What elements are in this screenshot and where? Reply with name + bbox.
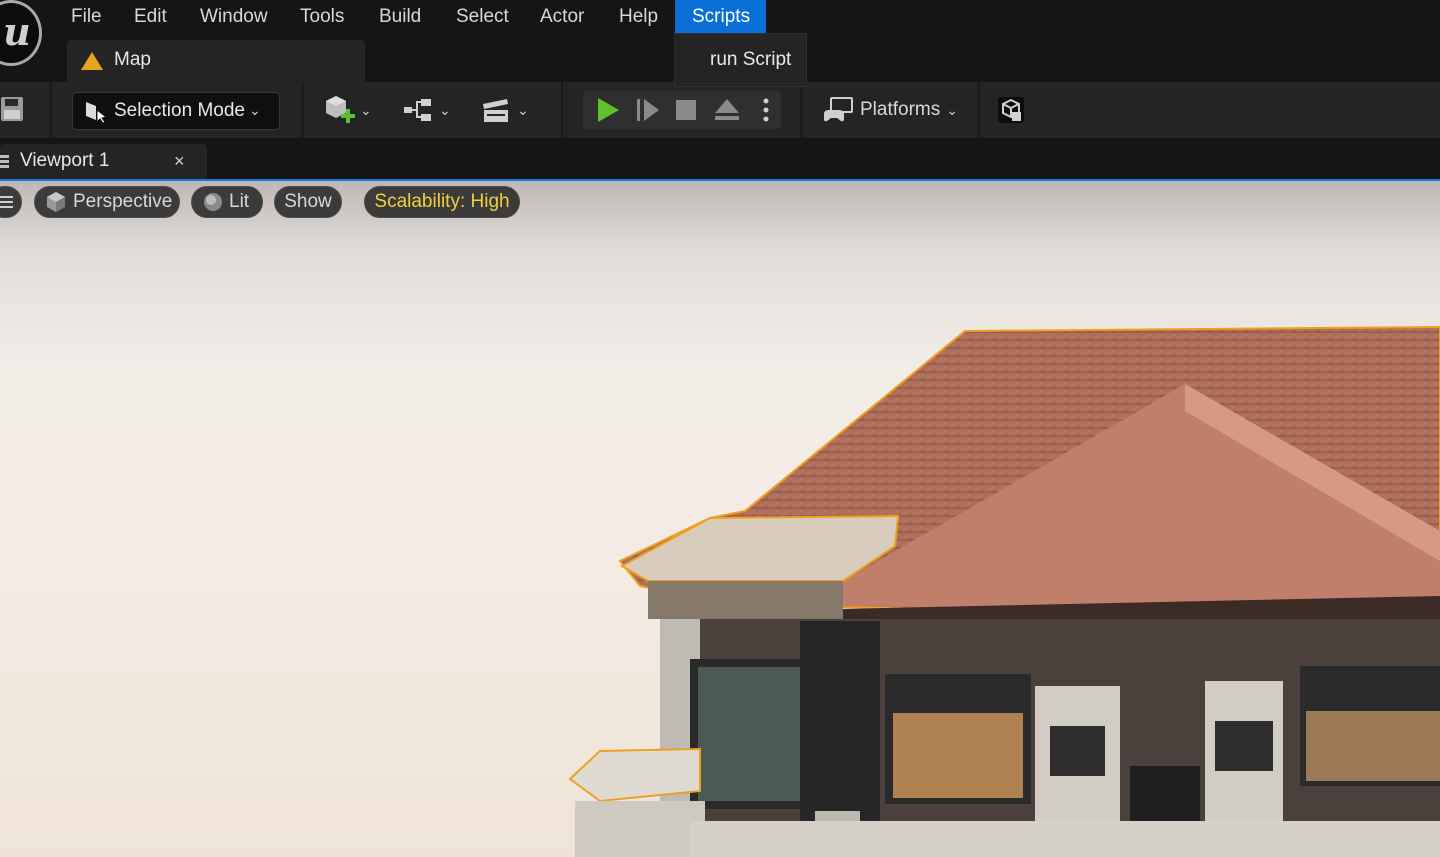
menu-edit[interactable]: Edit [117, 0, 184, 33]
viewport-tab-bar: Viewport 1 × [0, 138, 1440, 180]
platforms-icon [824, 97, 853, 122]
level-tab-label: Map [114, 49, 151, 70]
scripts-dropdown-menu: run Script [674, 33, 807, 87]
cinematics-button[interactable]: ⌄ [481, 94, 529, 126]
add-actor-icon [326, 96, 355, 123]
unreal-logo-icon[interactable]: u [0, 0, 42, 66]
menu-window[interactable]: Window [183, 0, 285, 33]
viewport-tab-label: Viewport 1 [20, 150, 110, 171]
run-script-menu-item[interactable]: run Script [675, 34, 806, 86]
play-controls-group [583, 91, 781, 129]
save-icon[interactable] [0, 96, 24, 122]
settings-cube-icon[interactable] [997, 96, 1025, 124]
viewport-tab[interactable]: Viewport 1 × [0, 144, 207, 180]
menu-help[interactable]: Help [602, 0, 675, 33]
platforms-dropdown[interactable]: Platforms ⌄ [822, 92, 958, 128]
toolbar-separator [302, 82, 304, 138]
stop-icon[interactable] [675, 99, 697, 121]
main-toolbar: Selection Mode ⌄ ⌄ ⌄ ⌄ Platforms ⌄ [0, 82, 1440, 138]
selection-mode-label: Selection Mode [114, 100, 245, 121]
view-mode-label: Perspective [73, 191, 173, 212]
toolbar-separator [800, 82, 802, 138]
blueprint-button[interactable]: ⌄ [403, 94, 451, 126]
add-actor-button[interactable]: ⌄ [324, 94, 372, 126]
play-icon[interactable] [595, 97, 621, 123]
perspective-cube-icon [47, 192, 65, 212]
menu-select[interactable]: Select [439, 0, 526, 33]
cinematics-icon [483, 99, 508, 122]
chevron-down-icon: ⌄ [439, 101, 451, 118]
menu-build[interactable]: Build [362, 0, 438, 33]
toolbar-separator [978, 82, 980, 138]
menu-scripts[interactable]: Scripts [675, 0, 766, 33]
menu-actor[interactable]: Actor [523, 0, 601, 33]
chevron-down-icon: ⌄ [517, 101, 529, 118]
toolbar-separator [50, 82, 52, 138]
hamburger-icon [0, 196, 13, 208]
eject-icon[interactable] [713, 97, 741, 123]
show-flags-button[interactable]: Show [274, 186, 342, 218]
scalability-warning-button[interactable]: Scalability: High [364, 186, 520, 218]
tab-grip-icon [0, 155, 9, 168]
perspective-view-button[interactable]: Perspective [34, 186, 180, 218]
chevron-down-icon: ⌄ [249, 102, 261, 118]
menu-bar: u File Edit Window Tools Build Select Ac… [0, 0, 1440, 66]
lit-mode-button[interactable]: Lit [191, 186, 263, 218]
kebab-icon[interactable] [761, 97, 771, 123]
chevron-down-icon: ⌄ [946, 101, 958, 118]
close-icon[interactable]: × [174, 144, 185, 178]
step-icon[interactable] [635, 97, 661, 123]
platforms-label: Platforms [860, 99, 941, 120]
blueprint-icon [404, 99, 431, 121]
selection-mode-dropdown[interactable]: Selection Mode ⌄ [72, 92, 280, 130]
lit-sphere-icon [204, 193, 222, 211]
select-arrow-icon [86, 102, 107, 124]
level-tab[interactable]: Map [67, 40, 365, 82]
menu-file[interactable]: File [54, 0, 119, 33]
level-map-icon [81, 52, 103, 70]
chevron-down-icon: ⌄ [360, 101, 372, 118]
scene-render [0, 181, 1440, 857]
toolbar-separator [561, 82, 563, 138]
lighting-mode-label: Lit [229, 191, 250, 212]
menu-tools[interactable]: Tools [283, 0, 361, 33]
level-viewport[interactable]: Perspective Lit Show Scalability: High [0, 181, 1440, 857]
